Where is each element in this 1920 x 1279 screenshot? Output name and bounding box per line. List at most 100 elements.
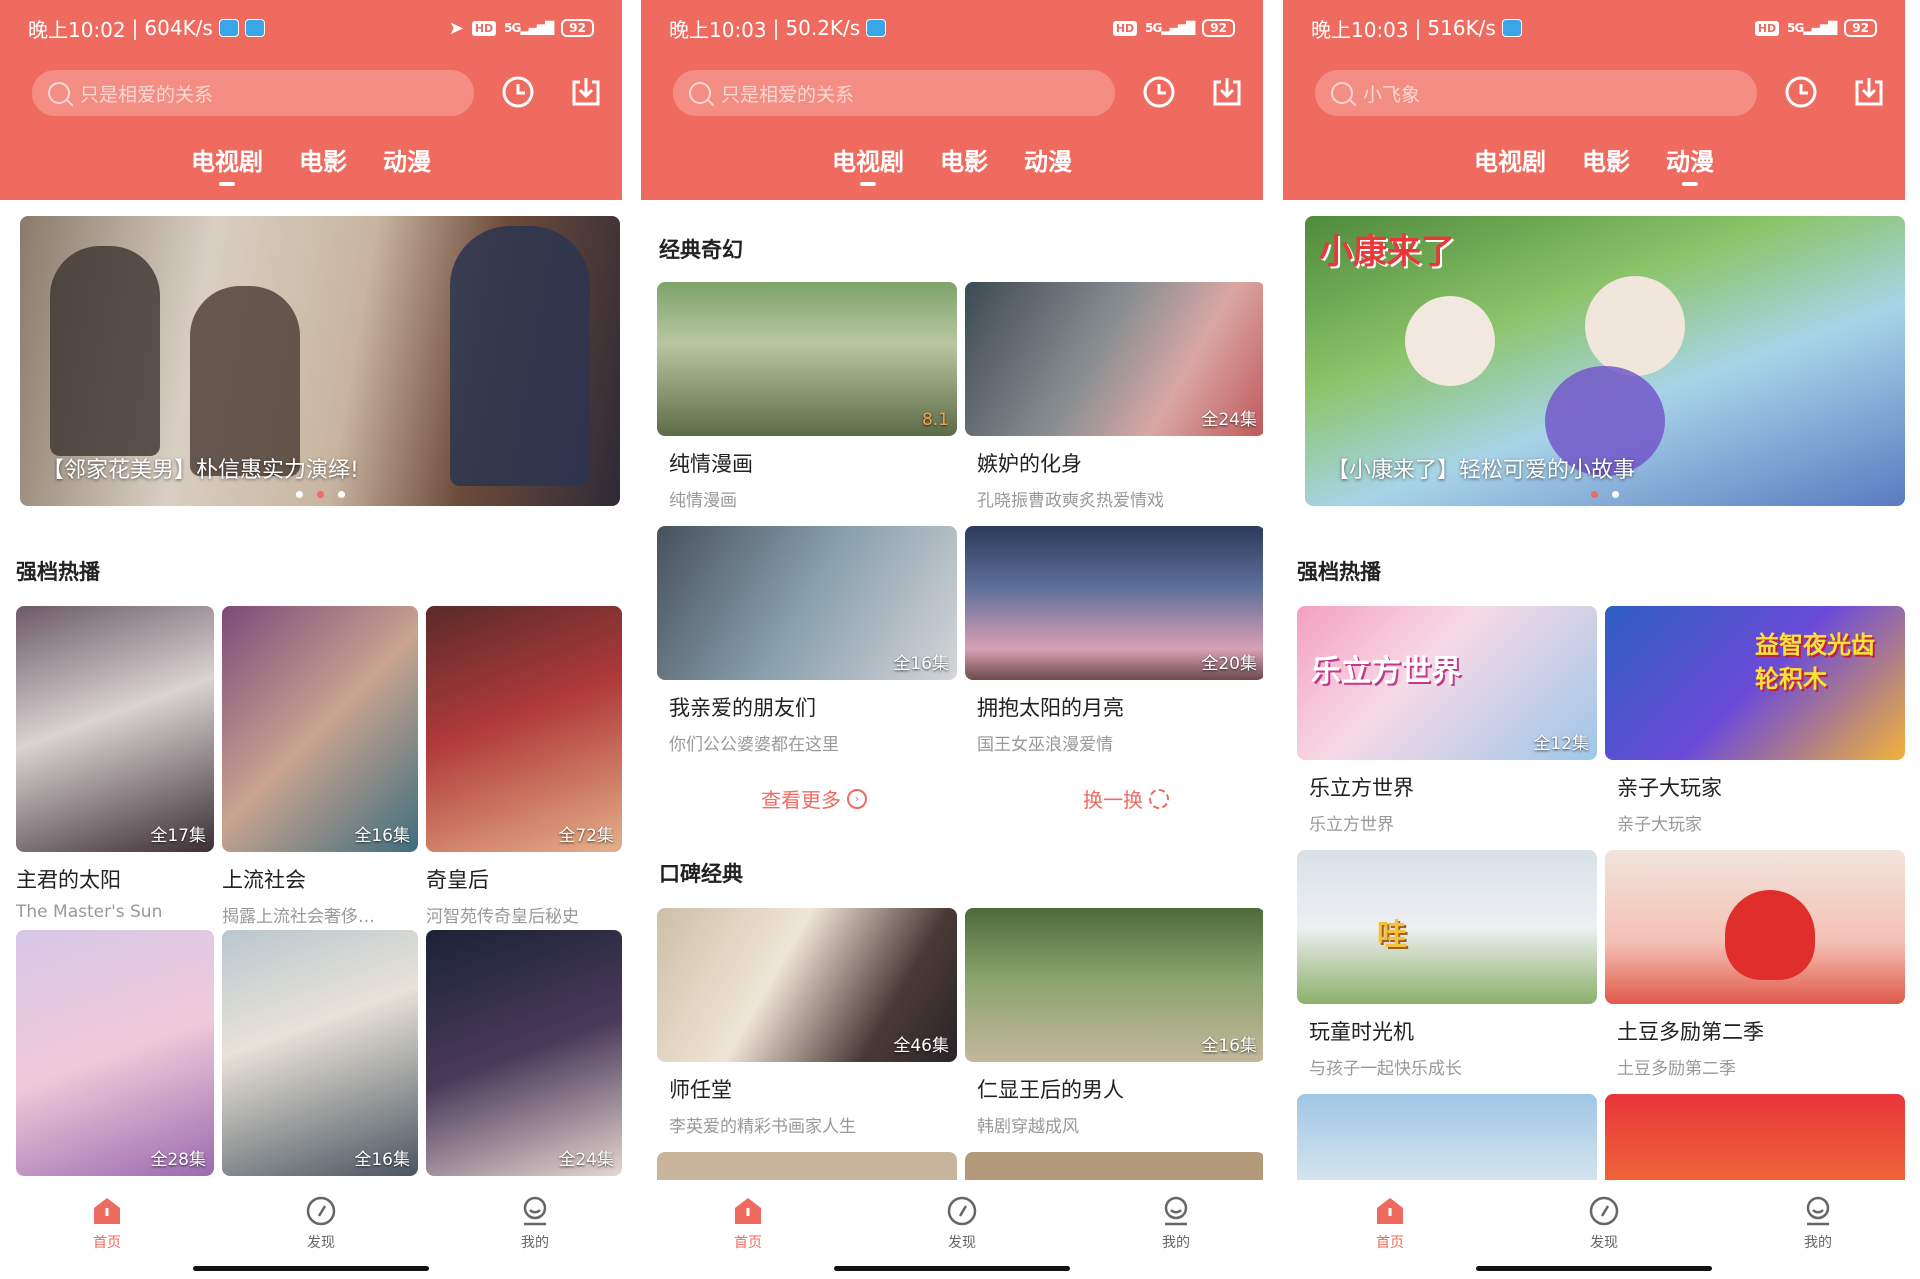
thumbnail-image[interactable] [1297,1094,1597,1180]
nav-home[interactable]: 首页 [1350,1194,1430,1252]
status-bar: 晚上10:03 | 50.2K/s HD 5G▂▄▆█ 92 [641,0,1263,56]
tab-movies[interactable]: 电影 [1582,140,1630,180]
nav-profile[interactable]: 我的 [1136,1194,1216,1252]
banner-logo: 小康来了 [1319,232,1455,272]
thumbnail-image: 8.1 [657,282,957,436]
search-input[interactable]: 只是相爱的关系 [673,70,1115,116]
show-card[interactable]: 土豆多励第二季 土豆多励第二季 [1605,850,1905,1079]
nav-home[interactable]: 首页 [708,1194,788,1252]
search-input[interactable]: 只是相爱的关系 [32,70,474,116]
nav-profile[interactable]: 我的 [495,1194,575,1252]
show-card[interactable]: 全28集 [16,930,214,1176]
show-card[interactable]: 全17集 主君的太阳 The Master's Sun [16,606,214,922]
nav-home[interactable]: 首页 [67,1194,147,1252]
tab-tv-series[interactable]: 电视剧 [832,140,904,186]
home-indicator[interactable] [193,1266,429,1271]
show-card[interactable]: 全16集 [222,930,418,1176]
status-time: 晚上10:02 [28,17,126,42]
tab-tv-series[interactable]: 电视剧 [191,140,263,186]
network-speed: 50.2K/s [785,16,861,40]
app-header: 晚上10:03 | 516K/s HD 5G▂▄▆█ 92 小飞象 电视剧 电影… [1283,0,1905,200]
bottom-navigation: 首页 发现 我的 [1283,1180,1905,1279]
show-card[interactable]: 8.1 纯情漫画 纯情漫画 [657,282,957,511]
thumbnail-art-text: 乐立方世界 [1311,654,1461,689]
refresh-icon [1149,788,1169,809]
thumbnail-image[interactable] [1605,1094,1905,1180]
tab-tv-series[interactable]: 电视剧 [1474,140,1546,180]
poster-image: 全16集 [222,930,418,1176]
show-card[interactable]: 全16集 我亲爱的朋友们 你们公公婆婆都在这里 [657,526,957,755]
thumbnail-image: 哇 [1297,850,1597,1004]
poster-image: 全24集 [426,930,622,1176]
network-speed: 516K/s [1427,16,1496,40]
show-card[interactable]: 全16集 上流社会 揭露上流社会奢侈… [222,606,418,927]
signal-icon: 5G▂▄▆█ [504,21,554,35]
episode-badge: 全24集 [558,1150,614,1170]
show-title: 乐立方世界 [1309,776,1414,800]
home-indicator[interactable] [834,1266,1070,1271]
home-indicator[interactable] [1476,1266,1712,1271]
history-icon[interactable] [1141,74,1177,110]
network-speed: 604K/s [144,16,213,40]
search-input[interactable]: 小飞象 [1315,70,1757,116]
tab-anime[interactable]: 动漫 [1666,140,1714,186]
history-icon[interactable] [500,74,536,110]
home-icon [94,1198,120,1224]
category-tabs: 电视剧 电影 动漫 [1283,140,1905,186]
download-icon[interactable] [568,74,604,110]
hd-icon: HD [1112,20,1138,36]
nav-discover[interactable]: 发现 [281,1194,361,1252]
thumbnail-image[interactable] [965,1152,1263,1180]
show-card[interactable]: 全16集 仁显王后的男人 韩剧穿越成风 [965,908,1263,1137]
history-icon[interactable] [1783,74,1819,110]
show-subtitle: 国王女巫浪漫爱情 [977,735,1113,755]
refresh-button[interactable]: 换一换 [1083,784,1169,813]
banner-caption: 【邻家花美男】朴信惠实力演绎! [42,458,359,483]
hero-banner[interactable]: 小康来了 【小康来了】轻松可爱的小故事 [1305,216,1905,506]
home-icon [1377,1198,1403,1224]
hero-banner[interactable]: 【邻家花美男】朴信惠实力演绎! [20,216,620,506]
show-title: 嫉妒的化身 [977,452,1082,476]
tab-movies[interactable]: 电影 [299,140,347,180]
carousel-dot-active [316,491,324,498]
battery-icon: 92 [561,19,594,37]
nav-profile[interactable]: 我的 [1778,1194,1858,1252]
status-time: 晚上10:03 [669,17,767,42]
download-icon[interactable] [1851,74,1887,110]
show-title: 亲子大玩家 [1617,776,1722,800]
status-bar: 晚上10:02 | 604K/s ➤ HD 5G▂▄▆█ 92 [0,0,622,56]
tab-anime[interactable]: 动漫 [383,140,431,180]
show-card[interactable]: 乐立方世界 全12集 乐立方世界 乐立方世界 [1297,606,1597,835]
show-card[interactable]: 全46集 师任堂 李英爱的精彩书画家人生 [657,908,957,1137]
location-icon: ➤ [448,17,464,39]
status-time: 晚上10:03 [1311,17,1409,42]
app-notification-icon [218,19,239,37]
show-card[interactable]: 全24集 嫉妒的化身 孔晓振曹政奭炙热爱情戏 [965,282,1263,511]
nav-discover[interactable]: 发现 [922,1194,1002,1252]
show-title: 奇皇后 [426,868,489,892]
show-card[interactable]: 哇 玩童时光机 与孩子一起快乐成长 [1297,850,1597,1079]
search-icon [689,82,711,104]
show-subtitle: 揭露上流社会奢侈… [222,907,375,927]
show-card[interactable]: 益智夜光齿轮积木 亲子大玩家 亲子大玩家 [1605,606,1905,835]
show-subtitle: 孔晓振曹政奭炙热爱情戏 [977,491,1164,511]
show-title: 纯情漫画 [669,452,753,476]
nav-label: 我的 [521,1235,549,1251]
bottom-navigation: 首页 发现 我的 [0,1180,622,1279]
thumbnail-image[interactable] [657,1152,957,1180]
show-card[interactable]: 全72集 奇皇后 河智苑传奇皇后秘史 [426,606,622,927]
search-placeholder: 只是相爱的关系 [721,83,855,106]
thumbnail-image: 全20集 [965,526,1263,680]
category-tabs: 电视剧 电影 动漫 [641,140,1263,186]
view-more-button[interactable]: 查看更多 › [761,784,867,813]
tab-movies[interactable]: 电影 [940,140,988,180]
nav-discover[interactable]: 发现 [1564,1194,1644,1252]
nav-label: 我的 [1162,1235,1190,1251]
section-title: 强档热播 [16,560,100,584]
show-card[interactable]: 全24集 [426,930,622,1176]
phone-screen-3: 晚上10:03 | 516K/s HD 5G▂▄▆█ 92 小飞象 电视剧 电影… [1283,0,1905,1279]
tab-anime[interactable]: 动漫 [1024,140,1072,180]
show-card[interactable]: 全20集 拥抱太阳的月亮 国王女巫浪漫爱情 [965,526,1263,755]
download-icon[interactable] [1209,74,1245,110]
show-subtitle: The Master's Sun [16,902,163,922]
